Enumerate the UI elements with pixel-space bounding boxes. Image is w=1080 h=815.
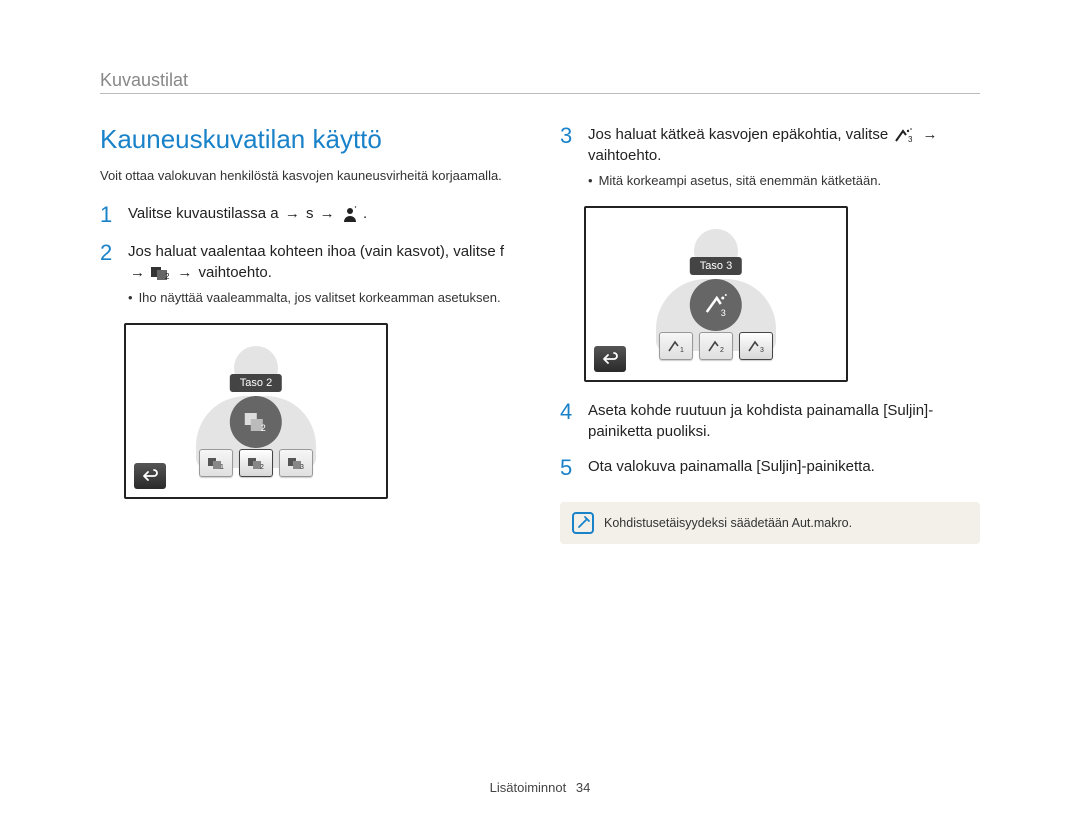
- divider: [100, 93, 980, 94]
- face-tone-level-1-button[interactable]: 1: [199, 449, 233, 477]
- step-3: 3 Jos haluat kätkeä kasvojen epäkohtia, …: [560, 124, 980, 190]
- note-box: Kohdistusetäisyydeksi säädetään Aut.makr…: [560, 502, 980, 544]
- camera-preview: Taso 3 3 1 2: [584, 206, 848, 382]
- bullet-icon: •: [588, 172, 593, 190]
- step-number: 3: [560, 124, 578, 190]
- face-tone-icon: 2: [151, 265, 171, 281]
- left-column: Kauneuskuvatilan käyttö Voit ottaa valok…: [100, 124, 520, 544]
- back-button[interactable]: [594, 346, 626, 372]
- step-text: Jos haluat vaalentaa kohteen ihoa (vain …: [128, 243, 504, 260]
- arrow-icon: →: [923, 126, 938, 143]
- face-retouch-level-2-button[interactable]: 2: [699, 332, 733, 360]
- step-sub: • Iho näyttää vaaleammalta, jos valitset…: [128, 289, 520, 307]
- option-row: 1 2 3: [659, 332, 773, 360]
- step-text: Ota valokuva painamalla [Suljin]-painike…: [588, 458, 875, 475]
- step-text: vaihtoehto.: [199, 264, 272, 281]
- svg-text:1: 1: [680, 347, 684, 353]
- svg-text:2: 2: [720, 347, 724, 353]
- face-retouch-level-1-button[interactable]: 1: [659, 332, 693, 360]
- step-number: 1: [100, 203, 118, 227]
- face-tone-level-3-button[interactable]: 3: [279, 449, 313, 477]
- arrow-icon: →: [177, 264, 192, 281]
- step-body: Aseta kohde ruutuun ja kohdista painamal…: [588, 400, 980, 442]
- svg-text:1: 1: [220, 464, 224, 470]
- footer: Lisätoiminnot 34: [0, 780, 1080, 795]
- arrow-icon: →: [130, 264, 145, 281]
- step-sub: • Mitä korkeampi asetus, sitä enemmän kä…: [588, 172, 980, 190]
- step-text: s: [306, 205, 314, 222]
- page-number: 34: [576, 780, 590, 795]
- step-sub-text: Iho näyttää vaaleammalta, jos valitset k…: [139, 289, 501, 307]
- level-badge-icon: 3: [690, 279, 742, 331]
- face-retouch-level-3-button[interactable]: 3: [739, 332, 773, 360]
- arrow-icon: →: [285, 205, 300, 222]
- step-body: Jos haluat kätkeä kasvojen epäkohtia, va…: [588, 124, 980, 190]
- svg-text:3: 3: [760, 347, 764, 353]
- step-5: 5 Ota valokuva painamalla [Suljin]-paini…: [560, 456, 980, 480]
- level-label: Taso 3: [690, 257, 742, 275]
- step-text: Valitse kuvaustilassa a: [128, 205, 279, 222]
- level-badge-icon: 2: [230, 396, 282, 448]
- right-column: 3 Jos haluat kätkeä kasvojen epäkohtia, …: [560, 124, 980, 544]
- note-text: Kohdistusetäisyydeksi säädetään Aut.makr…: [604, 516, 852, 530]
- step-body: Jos haluat vaalentaa kohteen ihoa (vain …: [128, 241, 520, 307]
- svg-text:3: 3: [908, 135, 913, 143]
- note-icon: [572, 512, 594, 534]
- step-4: 4 Aseta kohde ruutuun ja kohdista painam…: [560, 400, 980, 442]
- step-sub-text: Mitä korkeampi asetus, sitä enemmän kätk…: [599, 172, 882, 190]
- option-row: 1 2 3: [199, 449, 313, 477]
- beauty-mode-icon: [341, 205, 359, 223]
- svg-text:2: 2: [261, 423, 266, 433]
- columns: Kauneuskuvatilan käyttö Voit ottaa valok…: [100, 124, 980, 544]
- step-text: vaihtoehto.: [588, 147, 661, 164]
- step-text: Jos haluat kätkeä kasvojen epäkohtia, va…: [588, 126, 888, 143]
- page: Kuvaustilat Kauneuskuvatilan käyttö Voit…: [0, 0, 1080, 815]
- step-number: 2: [100, 241, 118, 307]
- intro-text: Voit ottaa valokuvan henkilöstä kasvojen…: [100, 167, 520, 185]
- step-2: 2 Jos haluat vaalentaa kohteen ihoa (vai…: [100, 241, 520, 307]
- step-body: Ota valokuva painamalla [Suljin]-painike…: [588, 456, 875, 480]
- svg-text:2: 2: [260, 464, 264, 470]
- step-number: 4: [560, 400, 578, 442]
- svg-text:3: 3: [300, 464, 304, 470]
- arrow-icon: →: [320, 205, 335, 222]
- level-label: Taso 2: [230, 374, 282, 392]
- step-1: 1 Valitse kuvaustilassa a → s → .: [100, 203, 520, 227]
- step-body: Valitse kuvaustilassa a → s → .: [128, 203, 367, 227]
- screenshot-face-tone: Taso 2 2 1 2: [124, 323, 520, 499]
- camera-preview: Taso 2 2 1 2: [124, 323, 388, 499]
- svg-text:2: 2: [165, 272, 170, 281]
- breadcrumb: Kuvaustilat: [100, 70, 980, 91]
- face-tone-level-2-button[interactable]: 2: [239, 449, 273, 477]
- step-text: .: [363, 205, 367, 222]
- footer-section: Lisätoiminnot: [490, 780, 567, 795]
- svg-text:3: 3: [721, 308, 726, 318]
- back-button[interactable]: [134, 463, 166, 489]
- face-retouch-icon: 3: [894, 127, 914, 143]
- step-text: Aseta kohde ruutuun ja kohdista painamal…: [588, 402, 933, 440]
- screenshot-face-retouch: Taso 3 3 1 2: [584, 206, 980, 382]
- step-number: 5: [560, 456, 578, 480]
- bullet-icon: •: [128, 289, 133, 307]
- page-title: Kauneuskuvatilan käyttö: [100, 124, 520, 155]
